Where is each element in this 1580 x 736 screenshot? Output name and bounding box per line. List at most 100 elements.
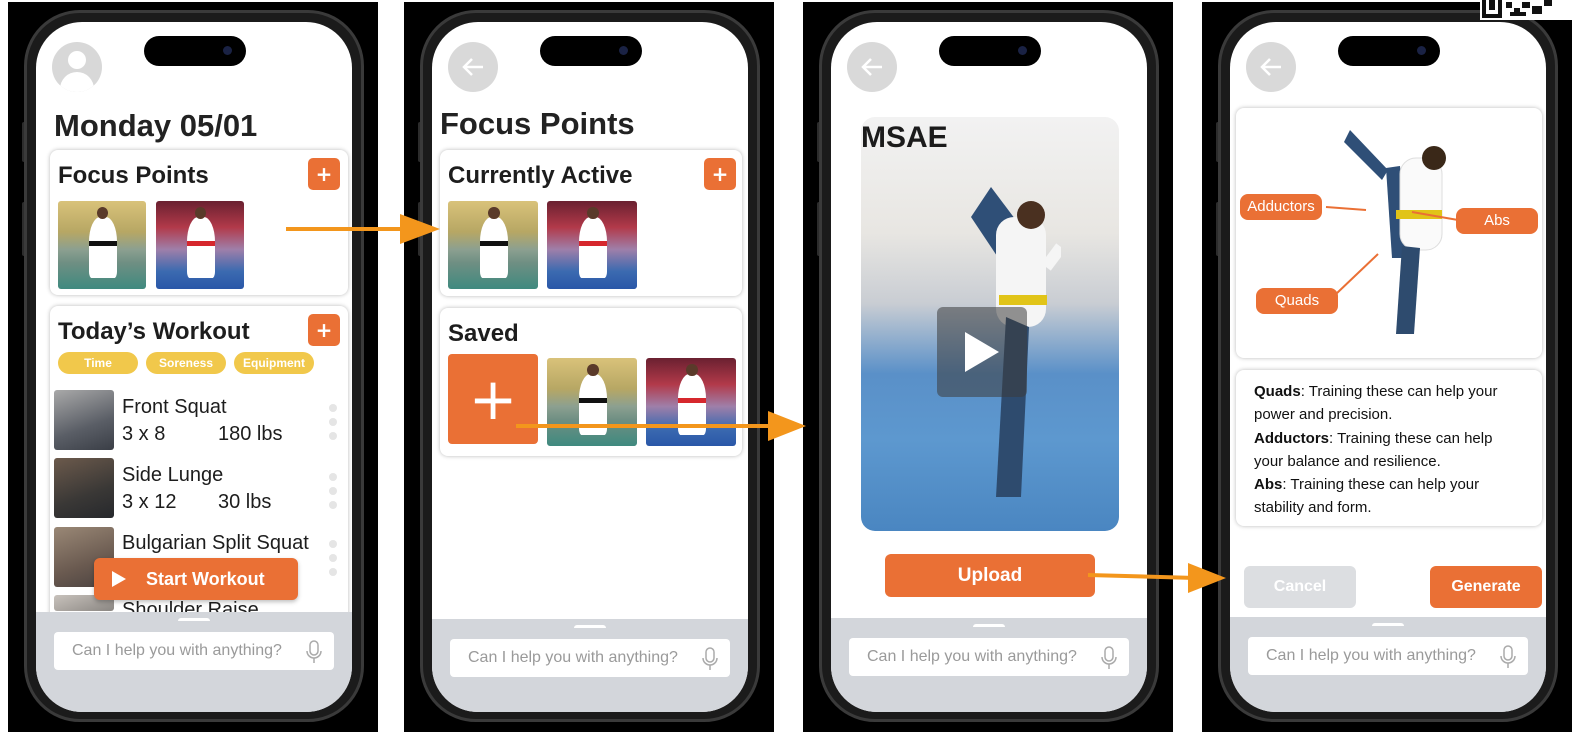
black-belt (88, 241, 117, 247)
currently-active-card: Currently Active + (440, 150, 742, 296)
phone-focus-points-screen: Focus Points Currently Active + Saved + (404, 2, 774, 732)
figure-head (587, 206, 599, 220)
saved-focus-thumbnail[interactable] (547, 358, 637, 446)
assistant-input[interactable]: Can I help you with anything? (54, 632, 334, 670)
microphone-icon[interactable] (702, 647, 718, 671)
exercise-name: Bulgarian Split Squat (122, 532, 309, 554)
microphone-icon[interactable] (1101, 646, 1117, 670)
active-focus-thumbnail[interactable] (547, 201, 637, 289)
exercise-name: Shoulder Raise (122, 599, 259, 612)
abs-label[interactable]: Abs (1456, 208, 1538, 234)
assistant-handle[interactable] (574, 625, 606, 631)
back-button[interactable] (847, 42, 897, 92)
qr-code-icon (1482, 0, 1552, 18)
exercise-name: Front Squat (122, 396, 227, 418)
exercise-sets: 3 x 12 (122, 491, 177, 513)
description-term: Adductors (1254, 429, 1329, 447)
karate-figure (186, 206, 215, 279)
start-workout-button[interactable]: Start Workout (94, 558, 298, 600)
avatar-head (68, 51, 86, 69)
avatar-body (60, 72, 94, 92)
add-active-button[interactable]: + (704, 158, 736, 190)
figure-head (97, 206, 109, 220)
dynamic-island (144, 36, 246, 66)
start-workout-label: Start Workout (146, 568, 265, 589)
qr-code (1480, 0, 1580, 20)
add-focus-point-button[interactable]: + (308, 158, 340, 190)
avatar[interactable] (52, 42, 102, 92)
video-preview[interactable]: MSAE (861, 117, 1119, 531)
exercise-sets: 3 x 8 (122, 423, 166, 445)
assistant-input[interactable]: Can I help you with anything? (849, 638, 1129, 676)
todays-workout-title: Today’s Workout (58, 318, 250, 345)
screen: MSAE Upload Can I help you with anything… (831, 22, 1147, 712)
muscle-diagram-card: Adductors Abs Quads (1236, 108, 1542, 358)
microphone-icon[interactable] (1500, 645, 1516, 669)
muscle-description-card: Quads: Training these can help your powe… (1236, 370, 1542, 526)
filter-soreness[interactable]: Soreness (146, 352, 226, 374)
description-term: Abs (1254, 476, 1283, 494)
description-adductors: Adductors: Training these can help your … (1254, 427, 1516, 474)
drag-handle-icon[interactable] (329, 404, 337, 446)
exercise-name: Side Lunge (122, 464, 224, 486)
description-abs: Abs: Training these can help your stabil… (1254, 473, 1516, 520)
karate-figure (677, 363, 707, 436)
focus-point-thumbnail[interactable] (156, 201, 244, 289)
assistant-bar: Can I help you with anything? (1230, 617, 1546, 712)
red-belt (186, 241, 215, 247)
description-term: Quads (1254, 383, 1301, 400)
dynamic-island (1338, 36, 1440, 66)
add-workout-button[interactable]: + (308, 314, 340, 346)
focus-point-thumbnail[interactable] (58, 201, 146, 289)
focus-points-card[interactable]: Focus Points + (50, 150, 348, 295)
filter-time[interactable]: Time (58, 352, 138, 374)
exercise-thumbnail[interactable] (54, 458, 114, 518)
black-belt (479, 241, 509, 247)
quads-label[interactable]: Quads (1256, 288, 1338, 314)
drag-handle-icon[interactable] (329, 473, 337, 515)
exercise-weight: 180 lbs (218, 423, 283, 445)
assistant-placeholder: Can I help you with anything? (1266, 647, 1476, 664)
saved-card: Saved + (440, 308, 742, 456)
figure-head (686, 363, 698, 377)
play-button[interactable] (937, 307, 1027, 397)
figure-head (195, 206, 207, 220)
drag-handle-icon[interactable] (329, 540, 337, 582)
screen: Adductors Abs Quads Quads: Training thes… (1230, 22, 1546, 712)
microphone-icon[interactable] (306, 640, 322, 664)
assistant-placeholder: Can I help you with anything? (72, 642, 282, 659)
saved-focus-thumbnail[interactable] (646, 358, 736, 446)
karate-figure (88, 206, 117, 279)
assistant-placeholder: Can I help you with anything? (468, 649, 678, 666)
arrow-left-icon (462, 58, 483, 76)
assistant-handle[interactable] (973, 624, 1005, 630)
play-icon (965, 332, 999, 372)
active-focus-thumbnail[interactable] (448, 201, 538, 289)
adductors-label[interactable]: Adductors (1240, 194, 1322, 220)
screen: Monday 05/01 Focus Points + Today’s Work… (36, 22, 352, 712)
back-button[interactable] (448, 42, 498, 92)
red-belt (677, 398, 707, 404)
assistant-handle[interactable] (1372, 623, 1404, 629)
screen: Focus Points Currently Active + Saved + (432, 22, 748, 712)
description-quads: Quads: Training these can help your powe… (1254, 380, 1516, 427)
phone-upload-screen: MSAE Upload Can I help you with anything… (803, 2, 1173, 732)
karate-figure (479, 206, 509, 279)
back-button[interactable] (1246, 42, 1296, 92)
assistant-bar: Can I help you with anything? (831, 618, 1147, 712)
assistant-input[interactable]: Can I help you with anything? (1248, 637, 1528, 675)
assistant-input[interactable]: Can I help you with anything? (450, 639, 730, 677)
generate-button[interactable]: Generate (1430, 566, 1542, 608)
cancel-button[interactable]: Cancel (1244, 566, 1356, 608)
upload-button[interactable]: Upload (885, 554, 1095, 597)
exercise-weight: 30 lbs (218, 491, 272, 513)
page-title: Focus Points (440, 106, 635, 141)
dynamic-island (939, 36, 1041, 66)
arrow-left-icon (861, 58, 882, 76)
filter-equipment[interactable]: Equipment (234, 352, 314, 374)
exercise-thumbnail[interactable] (54, 390, 114, 450)
karate-figure (578, 206, 608, 279)
add-saved-button[interactable]: + (448, 354, 538, 444)
assistant-handle[interactable] (178, 618, 210, 624)
play-icon (112, 571, 126, 587)
